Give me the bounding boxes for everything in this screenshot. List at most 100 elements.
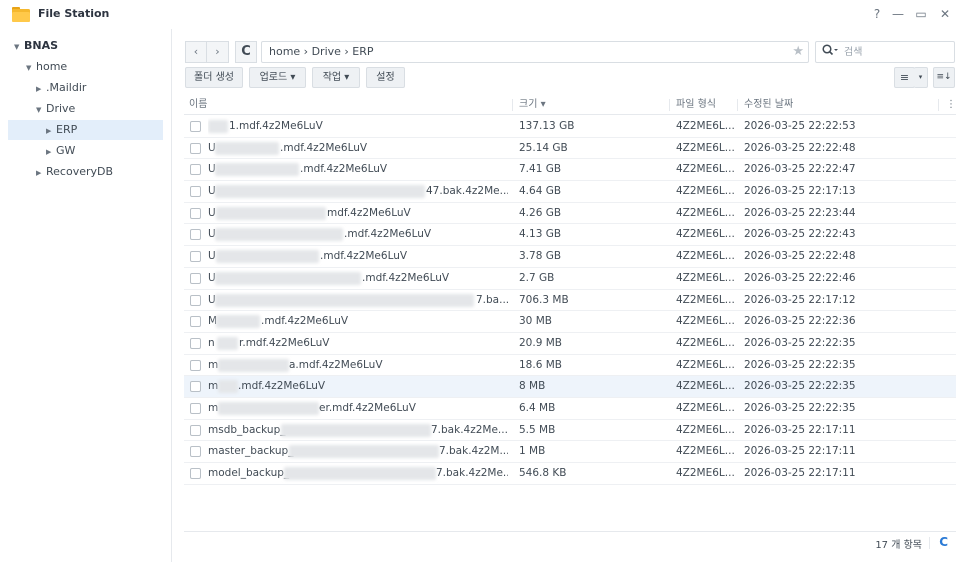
file-name: model_backup_ 7.bak.4z2Me... xyxy=(208,467,508,480)
column-type[interactable]: 파일 형식 xyxy=(676,95,716,115)
maximize-button[interactable]: ▭ xyxy=(913,6,929,22)
table-row[interactable]: U .mdf.4z2Me6LuV 3.78 GB 4Z2ME6L... 2026… xyxy=(184,246,956,268)
table-row[interactable]: U mdf.4z2Me6LuV 4.26 GB 4Z2ME6L... 2026-… xyxy=(184,203,956,225)
tree-item-erp[interactable]: ▶ ERP xyxy=(8,120,163,140)
column-separator xyxy=(737,99,738,111)
file-modified: 2026-03-25 22:22:43 xyxy=(744,228,856,241)
path-bar[interactable]: home › Drive › ERP ★ xyxy=(261,41,809,63)
file-type: 4Z2ME6L... xyxy=(676,185,735,198)
help-button[interactable]: ? xyxy=(869,6,885,22)
file-modified: 2026-03-25 22:22:35 xyxy=(744,401,856,414)
row-checkbox[interactable] xyxy=(190,337,201,349)
row-checkbox[interactable] xyxy=(190,402,201,414)
caret-down-icon[interactable]: ▼ xyxy=(14,37,24,57)
row-checkbox[interactable] xyxy=(190,468,201,479)
row-checkbox[interactable] xyxy=(190,294,201,306)
tree-label: BNAS xyxy=(24,39,59,52)
tree-item-bnas[interactable]: ▼ BNAS xyxy=(14,36,58,56)
file-modified: 2026-03-25 22:17:12 xyxy=(744,293,856,306)
column-menu-icon[interactable]: ⋮ xyxy=(946,95,956,115)
tree-item-drive[interactable]: ▼ Drive xyxy=(36,99,75,119)
table-row[interactable]: U .mdf.4z2Me6LuV 4.13 GB 4Z2ME6L... 2026… xyxy=(184,224,956,247)
file-modified: 2026-03-25 22:22:35 xyxy=(744,358,856,371)
table-row[interactable]: n r.mdf.4z2Me6LuV 20.9 MB 4Z2ME6L... 202… xyxy=(184,333,956,355)
caret-down-icon[interactable]: ▼ xyxy=(26,58,36,78)
caret-right-icon[interactable]: ▶ xyxy=(36,79,46,99)
row-checkbox[interactable] xyxy=(190,272,201,284)
file-modified: 2026-03-25 22:17:13 xyxy=(744,185,856,198)
file-size: 4.13 GB xyxy=(519,228,562,241)
row-checkbox[interactable] xyxy=(190,381,201,393)
close-button[interactable]: ✕ xyxy=(937,6,953,22)
tree-label: ERP xyxy=(56,123,78,136)
tree-item-gw[interactable]: ▶ GW xyxy=(46,141,75,161)
sort-icon[interactable]: ≡↓ xyxy=(933,67,955,88)
refresh-button[interactable]: C xyxy=(235,41,257,63)
row-checkbox[interactable] xyxy=(190,207,201,219)
list-view-icon[interactable]: ≡ xyxy=(894,67,915,88)
file-name: U 47.bak.4z2Me... xyxy=(208,185,508,199)
new-folder-button[interactable]: 폴더 생성 xyxy=(185,67,243,88)
row-checkbox[interactable] xyxy=(190,142,201,154)
forward-button[interactable]: › xyxy=(207,41,229,63)
tree-item-home[interactable]: ▼ home xyxy=(26,57,67,77)
row-checkbox[interactable] xyxy=(190,121,201,132)
file-modified: 2026-03-25 22:17:11 xyxy=(744,423,856,436)
column-name[interactable]: 이름 xyxy=(189,95,207,115)
table-row[interactable]: m er.mdf.4z2Me6LuV 6.4 MB 4Z2ME6L... 202… xyxy=(184,398,956,420)
column-separator xyxy=(669,99,670,111)
row-checkbox[interactable] xyxy=(190,446,201,458)
view-dropdown-icon[interactable]: ▾ xyxy=(914,67,928,88)
file-name: msdb_backup_ 7.bak.4z2Me... xyxy=(208,423,508,437)
table-row[interactable]: 1.mdf.4z2Me6LuV 137.13 GB 4Z2ME6L... 202… xyxy=(184,116,956,138)
file-size: 1 MB xyxy=(519,445,546,458)
table-header: 이름 크기 ▾ 파일 형식 수정된 날짜 ⋮ xyxy=(184,95,956,115)
file-type: 4Z2ME6L... xyxy=(676,141,735,154)
table-row[interactable]: U 47.bak.4z2Me... 4.64 GB 4Z2ME6L... 202… xyxy=(184,181,956,203)
column-size[interactable]: 크기 ▾ xyxy=(519,95,546,115)
row-checkbox[interactable] xyxy=(190,359,201,371)
settings-button[interactable]: 설정 xyxy=(366,67,405,88)
caret-right-icon[interactable]: ▶ xyxy=(36,163,46,183)
search-box[interactable] xyxy=(815,41,955,63)
action-button[interactable]: 작업 ▾ xyxy=(312,67,360,88)
file-modified: 2026-03-25 22:22:46 xyxy=(744,271,856,284)
file-name: U .mdf.4z2Me6LuV xyxy=(208,228,432,242)
table-row[interactable]: msdb_backup_ 7.bak.4z2Me... 5.5 MB 4Z2ME… xyxy=(184,420,956,442)
refresh-icon[interactable]: C xyxy=(939,535,948,549)
file-modified: 2026-03-25 22:22:48 xyxy=(744,250,856,263)
row-checkbox[interactable] xyxy=(190,186,201,198)
caret-down-icon[interactable]: ▼ xyxy=(36,100,46,120)
back-button[interactable]: ‹ xyxy=(185,41,207,63)
row-checkbox[interactable] xyxy=(190,164,201,176)
file-name: master_backup_ 7.bak.4z2M... xyxy=(208,445,508,459)
file-name: U .mdf.4z2Me6LuV xyxy=(208,250,408,264)
row-checkbox[interactable] xyxy=(190,424,201,436)
table-row[interactable]: m .mdf.4z2Me6LuV 8 MB 4Z2ME6L... 2026-03… xyxy=(184,376,956,398)
file-modified: 2026-03-25 22:22:35 xyxy=(744,380,856,393)
caret-right-icon[interactable]: ▶ xyxy=(46,121,56,141)
tree-label: RecoveryDB xyxy=(46,165,114,178)
star-icon[interactable]: ★ xyxy=(792,42,804,62)
table-row[interactable]: M .mdf.4z2Me6LuV 30 MB 4Z2ME6L... 2026-0… xyxy=(184,311,956,333)
row-checkbox[interactable] xyxy=(190,316,201,328)
table-row[interactable]: U .mdf.4z2Me6LuV 7.41 GB 4Z2ME6L... 2026… xyxy=(184,159,956,182)
row-checkbox[interactable] xyxy=(190,251,201,263)
table-row[interactable]: master_backup_ 7.bak.4z2M... 1 MB 4Z2ME6… xyxy=(184,441,956,463)
table-row[interactable]: U .mdf.4z2Me6LuV 25.14 GB 4Z2ME6L... 202… xyxy=(184,138,956,160)
minimize-button[interactable]: — xyxy=(890,6,906,22)
caret-right-icon[interactable]: ▶ xyxy=(46,142,56,162)
table-row[interactable]: model_backup_ 7.bak.4z2Me... 546.8 KB 4Z… xyxy=(184,463,956,485)
tree-item-maildir[interactable]: ▶ .Maildir xyxy=(36,78,86,98)
file-type: 4Z2ME6L... xyxy=(676,445,735,458)
tree-item-recoverydb[interactable]: ▶ RecoveryDB xyxy=(36,162,113,182)
column-modified[interactable]: 수정된 날짜 xyxy=(744,95,793,115)
file-name: m a.mdf.4z2Me6LuV xyxy=(208,358,383,372)
search-input[interactable] xyxy=(844,44,950,60)
table-row[interactable]: m a.mdf.4z2Me6LuV 18.6 MB 4Z2ME6L... 202… xyxy=(184,355,956,377)
table-row[interactable]: U .mdf.4z2Me6LuV 2.7 GB 4Z2ME6L... 2026-… xyxy=(184,268,956,290)
search-icon[interactable] xyxy=(822,44,838,61)
upload-button[interactable]: 업로드 ▾ xyxy=(249,67,306,88)
row-checkbox[interactable] xyxy=(190,229,201,241)
table-row[interactable]: U 7.ba... 706.3 MB 4Z2ME6L... 2026-03-25… xyxy=(184,290,956,312)
